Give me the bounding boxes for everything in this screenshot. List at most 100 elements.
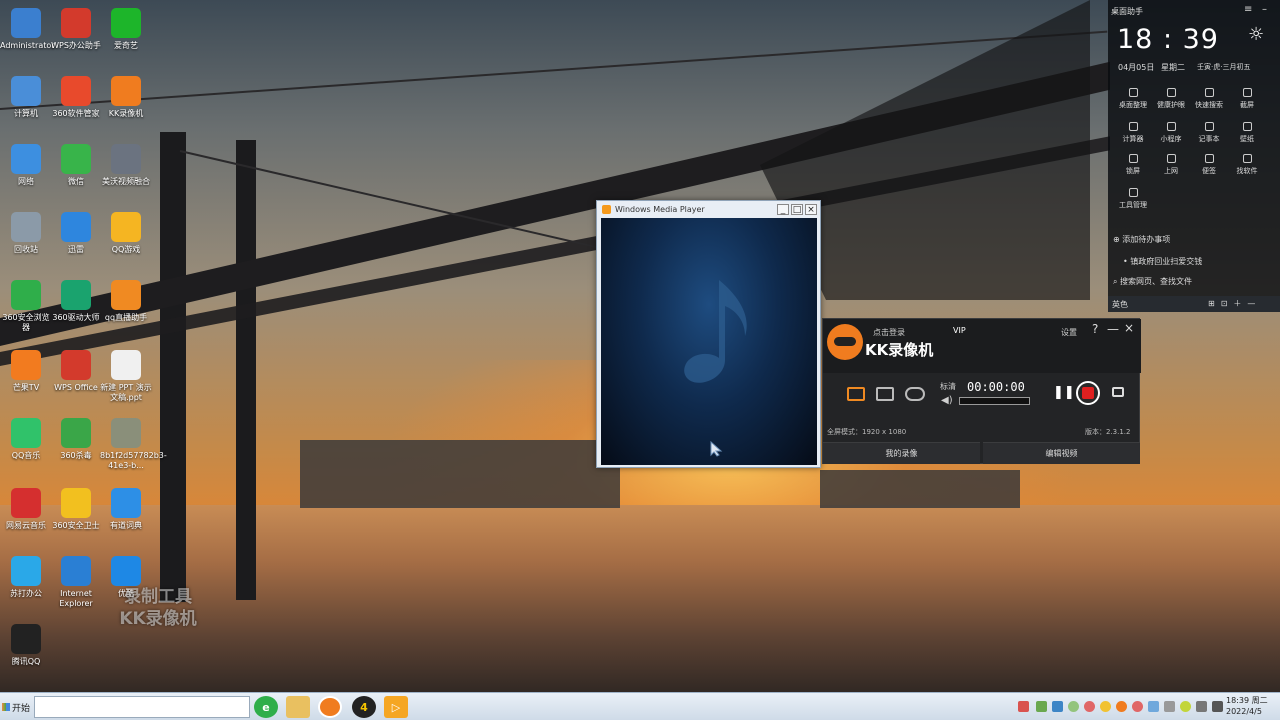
desktop-icon-label: 芒果TV xyxy=(12,383,40,392)
tab-my-recordings[interactable]: 我的录像 xyxy=(823,442,980,464)
desktop-icon[interactable]: 微信 xyxy=(50,144,102,187)
taskbar-kk-recorder-icon[interactable] xyxy=(318,696,342,718)
pause-button[interactable]: ❚❚ xyxy=(1053,385,1075,400)
minimize-button[interactable]: — xyxy=(1107,322,1119,336)
taskbar-explorer-icon[interactable] xyxy=(286,696,310,718)
assistant-tool[interactable]: 锁屏 xyxy=(1113,154,1153,176)
assistant-bottom-label[interactable]: 英色 xyxy=(1112,299,1128,310)
weather-sun-icon[interactable]: ☼ xyxy=(1248,24,1264,45)
fullscreen-mode-icon[interactable] xyxy=(847,387,865,401)
desktop-icon[interactable]: 360驱动大师 xyxy=(50,280,102,323)
wmp-video-area[interactable] xyxy=(601,218,817,465)
desktop-icon[interactable]: Internet Explorer xyxy=(50,556,102,609)
close-button[interactable]: × xyxy=(805,204,817,215)
kk-recorder-window[interactable]: 点击登录 VIP 设置 ? — × KK录像机 标清 ◀) 00:00:00 ❚… xyxy=(822,318,1141,464)
tray-flag-icon[interactable] xyxy=(1196,701,1207,712)
assistant-tool[interactable]: 截屏 xyxy=(1227,88,1267,110)
help-button[interactable]: ? xyxy=(1092,322,1098,336)
assistant-tool[interactable]: 记事本 xyxy=(1189,122,1229,144)
taskbar-media-player-icon[interactable]: ▷ xyxy=(384,696,408,718)
region-mode-icon[interactable] xyxy=(876,387,894,401)
desktop-icon[interactable]: 美沃视频融合 xyxy=(100,144,152,187)
desktop-icon[interactable]: 迅雷 xyxy=(50,212,102,255)
desktop-icon[interactable]: KK录像机 xyxy=(100,76,152,119)
menu-icon[interactable]: ≡ xyxy=(1244,4,1252,15)
wmp-window[interactable]: Windows Media Player _ □ × xyxy=(596,200,821,468)
screenshot-camera-icon[interactable] xyxy=(1112,387,1124,397)
desktop-icon[interactable]: 8b1f2d57782b3-41e3-b... xyxy=(100,418,167,471)
desktop-icon[interactable]: 网络 xyxy=(0,144,52,187)
bottom-controls-icon[interactable]: ⊞⊡＋— xyxy=(1208,298,1261,309)
volume-icon[interactable]: ◀) xyxy=(941,395,953,406)
todo-item[interactable]: • 镇政府回业扫爱交钱 xyxy=(1113,256,1275,267)
tray-kk-icon[interactable] xyxy=(1116,701,1127,712)
desktop-icon[interactable]: 优酷 xyxy=(100,556,152,599)
taskbar-search-box[interactable] xyxy=(34,696,250,718)
desktop-icon[interactable]: QQ游戏 xyxy=(100,212,152,255)
desktop-icon[interactable]: QQ音乐 xyxy=(0,418,52,461)
desktop-icon[interactable]: 芒果TV xyxy=(0,350,52,393)
assistant-tool[interactable]: 小程序 xyxy=(1151,122,1191,144)
desktop-icon[interactable]: 爱奇艺 xyxy=(100,8,152,51)
close-button[interactable]: × xyxy=(1124,321,1134,335)
tray-alert-icon[interactable] xyxy=(1132,701,1143,712)
recycle-bin-icon xyxy=(11,212,41,242)
desktop-icon[interactable]: 360安全浏览器 xyxy=(0,280,52,333)
assistant-tool[interactable]: 快速搜索 xyxy=(1189,88,1229,110)
desktop-icon[interactable]: 360软件管家 xyxy=(50,76,102,119)
desktop-icon-label: qq直播助手 xyxy=(104,313,148,322)
tray-qq-icon[interactable] xyxy=(1100,701,1111,712)
vip-badge[interactable]: VIP xyxy=(953,326,966,335)
desktop-icon[interactable]: 360杀毒 xyxy=(50,418,102,461)
assistant-tool[interactable]: 壁纸 xyxy=(1227,122,1267,144)
desktop-icon[interactable]: 计算机 xyxy=(0,76,52,119)
start-button[interactable]: 开始 xyxy=(2,697,32,717)
record-button[interactable] xyxy=(1076,381,1100,405)
login-link[interactable]: 点击登录 xyxy=(873,327,905,338)
minimize-button[interactable]: _ xyxy=(777,204,789,215)
assistant-tool-label: 健康护眼 xyxy=(1157,101,1185,109)
desktop-icon-label: 新建 PPT 演示文稿.ppt xyxy=(100,383,152,402)
settings-button[interactable]: 设置 xyxy=(1061,327,1077,338)
tray-speaker-icon[interactable] xyxy=(1164,701,1175,712)
search-input[interactable]: ⌕ 搜索网页、查找文件 xyxy=(1113,276,1275,287)
tray-360-icon[interactable] xyxy=(1068,701,1079,712)
assistant-tool[interactable]: 桌面整理 xyxy=(1113,88,1153,110)
tab-edit-video[interactable]: 编辑视频 xyxy=(983,442,1140,464)
desktop-icon[interactable]: 苏打办公 xyxy=(0,556,52,599)
assistant-tool[interactable]: 便签 xyxy=(1189,154,1229,176)
add-todo-label: 添加待办事项 xyxy=(1122,235,1171,244)
desktop-icon-label: 优酷 xyxy=(118,589,134,598)
tray-shield-icon[interactable] xyxy=(1148,701,1159,712)
taskbar-app-4-icon[interactable]: 4 xyxy=(352,696,376,718)
tray-volume-icon[interactable] xyxy=(1212,701,1223,712)
maximize-button[interactable]: □ xyxy=(791,204,803,215)
minimize-button[interactable]: – xyxy=(1262,4,1267,15)
desktop-icon[interactable]: WPS办公助手 xyxy=(50,8,102,51)
add-todo-button[interactable]: ⊕ 添加待办事项 xyxy=(1113,234,1275,245)
quality-selector[interactable]: 标清 xyxy=(940,381,956,392)
desktop-icon[interactable]: 新建 PPT 演示文稿.ppt xyxy=(100,350,152,403)
tray-network-icon[interactable] xyxy=(1052,701,1063,712)
tray-app-icon[interactable] xyxy=(1018,701,1029,712)
desktop-icon[interactable]: qq直播助手 xyxy=(100,280,152,323)
tray-netease-icon[interactable] xyxy=(1084,701,1095,712)
desktop-icon[interactable]: WPS Office xyxy=(50,350,102,393)
assistant-tool[interactable]: 工具管理 xyxy=(1113,188,1153,210)
assistant-tool[interactable]: 健康护眼 xyxy=(1151,88,1191,110)
game-mode-icon[interactable] xyxy=(905,387,925,401)
assistant-tool[interactable]: 找软件 xyxy=(1227,154,1267,176)
taskbar-360-browser-icon[interactable]: e xyxy=(254,696,278,718)
volume-slider[interactable] xyxy=(959,397,1030,405)
desktop-icon[interactable]: 网易云音乐 xyxy=(0,488,52,531)
tray-update-icon[interactable] xyxy=(1180,701,1191,712)
assistant-tool[interactable]: 上网 xyxy=(1151,154,1191,176)
assistant-tool[interactable]: 计算器 xyxy=(1113,122,1153,144)
desktop-icon[interactable]: 腾讯QQ xyxy=(0,624,52,667)
desktop-icon[interactable]: Administrator xyxy=(0,8,55,51)
desktop-icon[interactable]: 有道词典 xyxy=(100,488,152,531)
tray-keyboard-icon[interactable] xyxy=(1036,701,1047,712)
desktop-icon[interactable]: 360安全卫士 xyxy=(50,488,102,531)
taskbar-clock[interactable]: 18:39 周二 2022/4/5 xyxy=(1226,695,1268,717)
desktop-icon[interactable]: 回收站 xyxy=(0,212,52,255)
